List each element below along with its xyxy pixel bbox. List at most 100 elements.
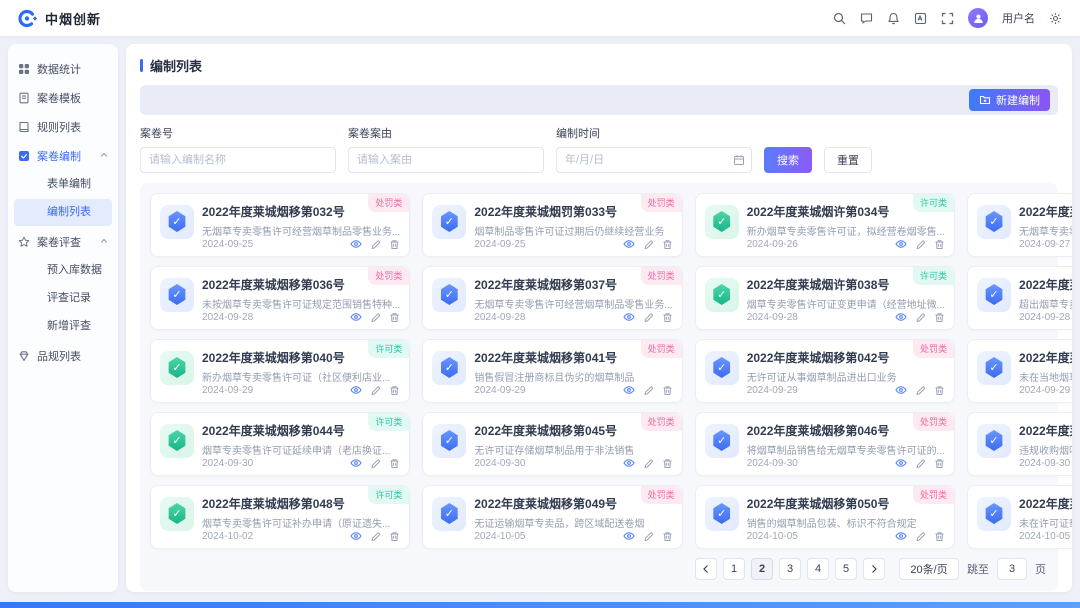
eye-icon[interactable] [350,384,362,396]
trash-icon[interactable] [934,458,945,469]
pagination-page-5[interactable]: 5 [835,558,857,580]
eye-icon[interactable] [895,530,907,542]
pagination-page-4[interactable]: 4 [807,558,829,580]
edit-pencil-icon[interactable] [915,239,926,250]
eye-icon[interactable] [350,238,362,250]
sidebar-item-0[interactable]: 数据统计 [8,54,118,83]
sidebar-subitem-3-1[interactable]: 编制列表 [14,199,112,226]
trash-icon[interactable] [389,531,400,542]
pagination-page-2[interactable]: 2 [751,558,773,580]
case-card-1[interactable]: 处罚类✓2022年度莱城烟罚第033号烟草制品零售许可证过期后仍继续经营业务20… [422,193,682,257]
eye-icon[interactable] [350,311,362,323]
fullscreen-icon[interactable] [941,12,954,25]
trash-icon[interactable] [934,239,945,250]
edit-pencil-icon[interactable] [370,385,381,396]
case-card-17[interactable]: 处罚类✓2022年度莱城烟移第049号无证运输烟草专卖品，跨区域配送卷烟2024… [422,485,682,549]
trash-icon[interactable] [662,531,673,542]
trash-icon[interactable] [662,458,673,469]
trash-icon[interactable] [662,312,673,323]
trash-icon[interactable] [389,458,400,469]
eye-icon[interactable] [895,384,907,396]
pagination-page-3[interactable]: 3 [779,558,801,580]
sidebar-item-3[interactable]: 案卷编制 [8,141,118,170]
sidebar-subitem-4-2[interactable]: 新增评查 [14,313,112,340]
case-card-14[interactable]: 处罚类✓2022年度莱城烟移第046号将烟草制品销售给无烟草专卖零售许可证的..… [695,412,955,476]
case-card-18[interactable]: 处罚类✓2022年度莱城烟移第050号销售的烟草制品包装、标识不符合规定2024… [695,485,955,549]
case-card-7[interactable]: 处罚类✓2022年度莱城烟移第039号超出烟草专卖零售许可证核定地域范围开展..… [967,266,1072,330]
case-card-13[interactable]: 处罚类✓2022年度莱城烟移第045号无许可证存储烟草制品用于非法销售2024-… [422,412,682,476]
trash-icon[interactable] [934,531,945,542]
case-card-15[interactable]: 处罚类✓2022年度莱城烟移第047号违规收购烟叶，未通过指定渠道交易2024-… [967,412,1072,476]
case-no-input[interactable] [140,147,336,173]
case-card-12[interactable]: 许可类✓2022年度莱城烟移第044号烟草专卖零售许可证延续申请（老店换证...… [150,412,410,476]
date-input[interactable] [556,147,752,173]
edit-pencil-icon[interactable] [915,531,926,542]
edit-pencil-icon[interactable] [643,385,654,396]
sidebar-item-5[interactable]: 品规列表 [8,341,118,370]
case-card-8[interactable]: 许可类✓2022年度莱城烟移第040号新办烟草专卖零售许可证（社区便利店业...… [150,339,410,403]
pagination-page-1[interactable]: 1 [723,558,745,580]
eye-icon[interactable] [350,530,362,542]
edit-pencil-icon[interactable] [643,312,654,323]
case-card-0[interactable]: 处罚类✓2022年度莱城烟移第032号无烟草专卖零售许可经营烟草制品零售业务..… [150,193,410,257]
case-card-5[interactable]: 处罚类✓2022年度莱城烟移第037号无烟草专卖零售许可经营烟草制品零售业务..… [422,266,682,330]
eye-icon[interactable] [623,457,635,469]
sidebar-item-2[interactable]: 规则列表 [8,112,118,141]
edit-pencil-icon[interactable] [915,458,926,469]
edit-pencil-icon[interactable] [915,312,926,323]
edit-pencil-icon[interactable] [370,458,381,469]
case-card-16[interactable]: 许可类✓2022年度莱城烟移第048号烟草专卖零售许可证补办申请（原证遗失...… [150,485,410,549]
bell-icon[interactable] [887,12,900,25]
new-compilation-button[interactable]: 新建编制 [969,89,1050,111]
search-icon[interactable] [833,12,846,25]
eye-icon[interactable] [623,530,635,542]
edit-pencil-icon[interactable] [643,239,654,250]
eye-icon[interactable] [623,384,635,396]
case-card-10[interactable]: 处罚类✓2022年度莱城烟移第042号无许可证从事烟草制品进出口业务2024-0… [695,339,955,403]
eye-icon[interactable] [350,457,362,469]
eye-icon[interactable] [895,238,907,250]
case-card-6[interactable]: 许可类✓2022年度莱城烟许第038号烟草专卖零售许可证变更申请（经营地址微..… [695,266,955,330]
calendar-icon[interactable] [733,154,745,166]
case-card-4[interactable]: 处罚类✓2022年度莱城烟移第036号未按烟草专卖零售许可证规定范围销售特种..… [150,266,410,330]
edit-pencil-icon[interactable] [370,239,381,250]
page-size-select[interactable]: 20条/页 [899,558,959,580]
gear-icon[interactable] [1049,12,1062,25]
case-card-2[interactable]: 许可类✓2022年度莱城烟许第034号新办烟草专卖零售许可证，拟经营卷烟零售..… [695,193,955,257]
message-icon[interactable] [860,12,873,25]
edit-pencil-icon[interactable] [643,458,654,469]
trash-icon[interactable] [389,312,400,323]
trash-icon[interactable] [662,239,673,250]
sidebar-item-4[interactable]: 案卷评查 [8,227,118,256]
edit-pencil-icon[interactable] [643,531,654,542]
sidebar-subitem-3-0[interactable]: 表单编制 [14,171,112,198]
case-card-19[interactable]: 处罚类✓2022年度莱城烟移第051号未在许可证载明的经营场所销售烟草制品202… [967,485,1072,549]
edit-pencil-icon[interactable] [370,312,381,323]
jump-page-input[interactable] [997,558,1027,580]
trash-icon[interactable] [934,385,945,396]
pagination-next-button[interactable] [863,558,885,580]
eye-icon[interactable] [895,457,907,469]
sidebar-item-1[interactable]: 案卷模板 [8,83,118,112]
locale-icon[interactable] [914,12,927,25]
case-card-11[interactable]: 处罚类✓2022年度莱城烟移第043号未在当地烟草专卖批发企业进货，私自采购..… [967,339,1072,403]
pagination-prev-button[interactable] [695,558,717,580]
cause-input[interactable] [348,147,544,173]
trash-icon[interactable] [934,312,945,323]
case-card-9[interactable]: 处罚类✓2022年度莱城烟移第041号销售假冒注册商标且伪劣的烟草制品2024-… [422,339,682,403]
eye-icon[interactable] [623,311,635,323]
sidebar-subitem-4-1[interactable]: 评查记录 [14,285,112,312]
eye-icon[interactable] [623,238,635,250]
case-card-3[interactable]: 处罚类✓2022年度莱城烟移第035号无烟草专卖零售许可证，通过网络平台售卖..… [967,193,1072,257]
trash-icon[interactable] [662,385,673,396]
reset-button[interactable]: 重置 [824,147,872,173]
trash-icon[interactable] [389,385,400,396]
sidebar-subitem-4-0[interactable]: 预入库数据 [14,257,112,284]
trash-icon[interactable] [389,239,400,250]
search-button[interactable]: 搜索 [764,147,812,173]
edit-pencil-icon[interactable] [915,385,926,396]
card-footer: 2024-09-28 [1019,311,1072,323]
eye-icon[interactable] [895,311,907,323]
edit-pencil-icon[interactable] [370,531,381,542]
user-avatar[interactable] [968,8,988,28]
